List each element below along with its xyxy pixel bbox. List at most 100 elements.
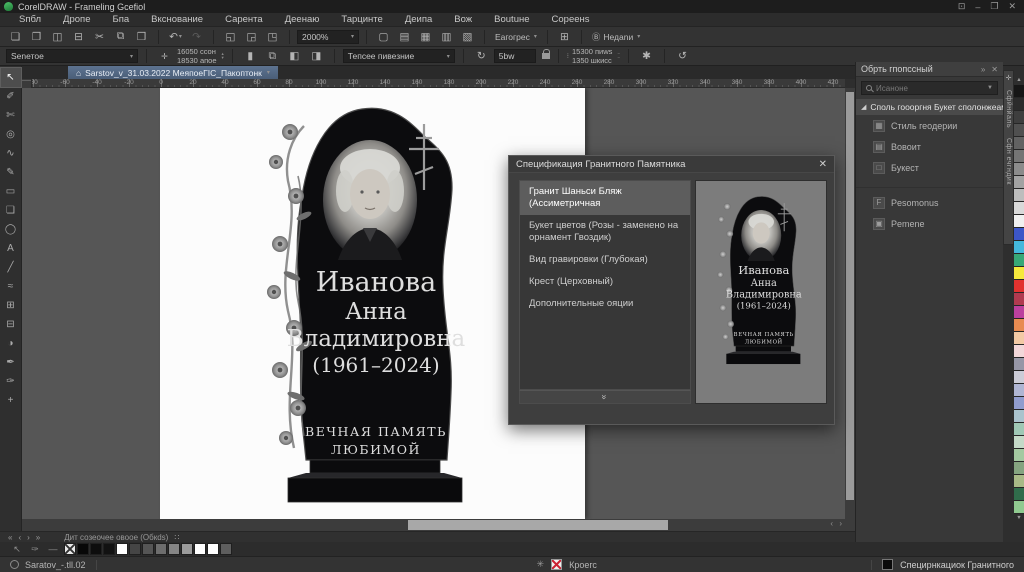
color-swatch[interactable] (1014, 449, 1024, 462)
menu-item[interactable]: Деипа (394, 13, 443, 27)
horizontal-scrollbar[interactable]: ‹ › (22, 519, 845, 531)
shape-tool-icon[interactable]: ✐ (1, 87, 21, 106)
docker-item[interactable]: □ Букест (856, 157, 1003, 178)
palette-scroll-down-icon[interactable]: ▼ (1014, 514, 1024, 523)
redo-icon[interactable]: ↷ (187, 29, 206, 45)
color-swatch[interactable] (1014, 319, 1024, 332)
color-swatch[interactable] (1014, 293, 1024, 306)
xy-spinner[interactable]: ▴▾ (222, 52, 224, 60)
artistic-media-tool-icon[interactable]: ✎ (1, 163, 21, 182)
app-launcher-icon[interactable]: ◳ (263, 29, 282, 45)
specification-list-item[interactable]: Гранит Шаньси Бляж (Ассиметричная (520, 181, 690, 215)
ellipse-tool-icon[interactable]: ◯ (1, 220, 21, 239)
docker-vertical-tab[interactable]: Сфн ечгндик (1005, 138, 1012, 185)
docker-add-icon[interactable]: ✛ (1006, 74, 1012, 82)
bezier-tool-icon[interactable]: ≈ (1, 277, 21, 296)
specification-list-item[interactable]: Вид гравировки (Глубокая) (520, 249, 690, 271)
docker-item[interactable]: F Pesomonus (856, 192, 1003, 213)
rotate-icon[interactable]: ↻ (472, 48, 491, 64)
menu-item[interactable]: Тарцинте (330, 13, 393, 27)
lock-ratio-icon[interactable] (542, 53, 550, 59)
color-swatch[interactable] (1014, 215, 1024, 228)
object-y-field[interactable]: 18530 апое (177, 57, 217, 65)
connector-tool-icon[interactable]: ✑ (1, 372, 21, 391)
palette-scroll-up-icon[interactable]: ▲ (1014, 76, 1024, 85)
menu-item[interactable]: Бпа (101, 13, 140, 27)
object-height-field[interactable]: 1350 шкисс (572, 57, 612, 65)
line-tool-icon[interactable]: ╱ (1, 258, 21, 277)
object-width-field[interactable]: 15300 пиws (572, 48, 612, 56)
palette-pick-icon[interactable]: ↖ (10, 544, 24, 555)
first-page-button[interactable]: « (8, 533, 12, 542)
color-swatch[interactable] (1014, 254, 1024, 267)
workspace-icon[interactable]: ⊞ (555, 29, 574, 45)
color-swatch[interactable] (90, 543, 102, 555)
color-swatch[interactable] (1014, 423, 1024, 436)
fullscreen-icon[interactable]: ▢ (374, 29, 393, 45)
color-swatch[interactable] (1014, 436, 1024, 449)
scale-icon[interactable]: ⧉ (263, 48, 282, 64)
specification-list-item[interactable]: Крест (Церховный) (520, 271, 690, 293)
fill-tool-icon[interactable]: ◑ (1, 334, 21, 353)
next-page-button[interactable]: › (27, 533, 30, 542)
close-button[interactable]: ✕ (1008, 1, 1016, 12)
settings-gear-icon[interactable]: ✱ (637, 48, 656, 64)
print-icon[interactable]: ⊟ (69, 29, 88, 45)
help-window-icon[interactable]: ⊡ (958, 1, 966, 12)
color-swatch[interactable] (181, 543, 193, 555)
docker-vertical-tab[interactable]: Сфйнйаль (1005, 90, 1012, 128)
color-swatch[interactable] (64, 543, 76, 555)
color-swatch[interactable] (1014, 358, 1024, 371)
document-tab[interactable]: ⌂ Sarstov_v_31.03.2022 МеяпоеГIС_Пакопто… (68, 66, 278, 79)
undo-icon[interactable]: ↶▾ (166, 29, 185, 45)
crop-tool-icon[interactable]: ✄ (1, 106, 21, 125)
color-swatch[interactable] (1014, 176, 1024, 189)
menu-item[interactable]: Дропе (52, 13, 101, 27)
mirror-h-icon[interactable]: ◧ (285, 48, 304, 64)
docker-item[interactable]: ▦ Стиль геодерии (856, 115, 1003, 136)
prev-page-button[interactable]: ‹ (18, 533, 21, 542)
color-swatch[interactable] (1014, 189, 1024, 202)
zoom-level-select[interactable]: 2000%▾ (297, 30, 359, 44)
color-swatch[interactable] (1014, 228, 1024, 241)
text-tool-icon[interactable]: A (1, 239, 21, 258)
freehand-tool-icon[interactable]: ∿ (1, 144, 21, 163)
horizontal-scrollbar-thumb[interactable] (408, 520, 668, 530)
menu-item[interactable]: Сарента (214, 13, 274, 27)
docker-close-icon[interactable]: ✕ (991, 65, 998, 74)
color-swatch[interactable] (1014, 397, 1024, 410)
docker-item[interactable]: ▤ Вовоит (856, 136, 1003, 157)
eyedropper-icon[interactable]: ✑ (28, 544, 42, 555)
color-swatch[interactable] (77, 543, 89, 555)
color-swatch[interactable] (1014, 150, 1024, 163)
more-tools-icon[interactable]: + (1, 391, 21, 410)
wh-spinner[interactable]: −− (617, 52, 620, 60)
menu-item[interactable]: Boutuне (483, 13, 540, 27)
polygon-tool-icon[interactable]: ❏ (1, 201, 21, 220)
color-swatch[interactable] (1014, 163, 1024, 176)
refresh-icon[interactable]: ↺ (673, 48, 692, 64)
color-swatch[interactable] (1014, 85, 1024, 98)
angle-field[interactable]: 5bw (494, 49, 536, 63)
color-swatch[interactable] (1014, 332, 1024, 345)
vertical-scrollbar[interactable] (845, 88, 855, 519)
color-swatch[interactable] (207, 543, 219, 555)
object-x-field[interactable]: 16050 ссон (177, 48, 217, 56)
color-swatch[interactable] (1014, 202, 1024, 215)
preset-select[interactable]: Senетое▾ (6, 49, 138, 63)
menu-item[interactable]: Sпбл (8, 13, 52, 27)
color-swatch[interactable] (1014, 488, 1024, 501)
color-swatch[interactable] (220, 543, 232, 555)
specification-list-item[interactable]: Букет цветов (Розы - заменено на орнамен… (520, 215, 690, 249)
docker-search[interactable]: ▼ (861, 81, 998, 95)
expand-triangle-icon[interactable]: ◢ (861, 103, 866, 111)
menu-item[interactable]: Вкснование (140, 13, 214, 27)
outline-tool-icon[interactable]: ✒ (1, 353, 21, 372)
paste-icon[interactable]: ❒ (132, 29, 151, 45)
median-select[interactable]: Ⓑ Недаnи▾ (589, 31, 643, 43)
docker-item[interactable]: ▣ Pemene (856, 213, 1003, 234)
import-icon[interactable]: ◱ (221, 29, 240, 45)
scroll-right-icon[interactable]: › (839, 519, 842, 528)
color-swatch[interactable] (1014, 306, 1024, 319)
color-swatch[interactable] (1014, 410, 1024, 423)
